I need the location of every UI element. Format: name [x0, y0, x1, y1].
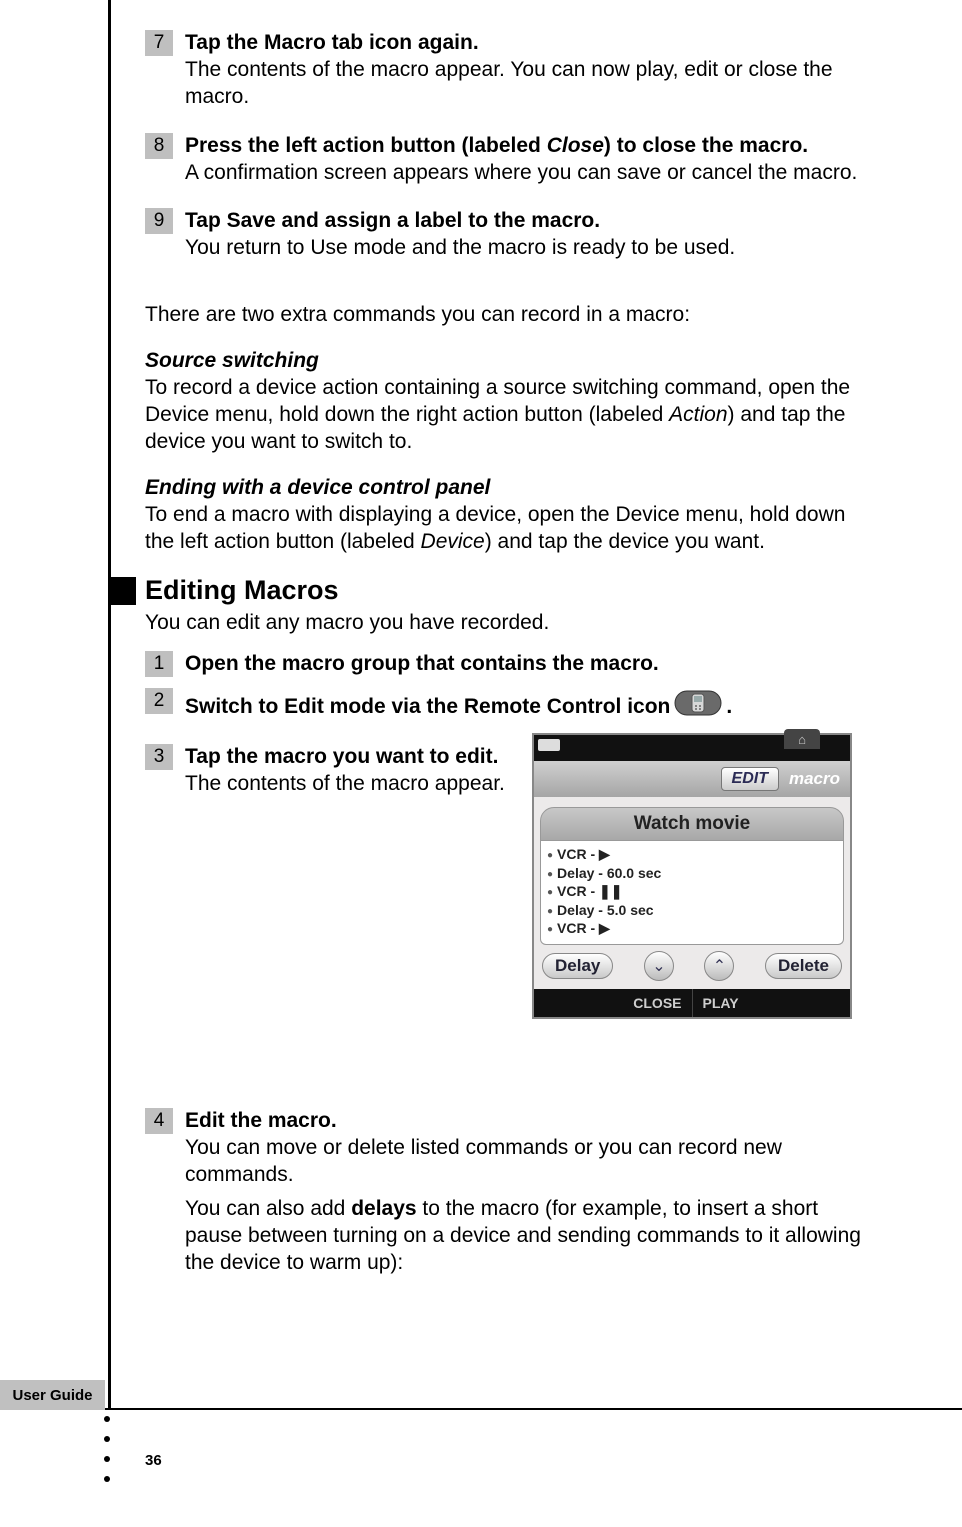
remote-control-icon — [674, 688, 722, 726]
text: ) to close the macro. — [604, 134, 808, 157]
step-number: 9 — [145, 208, 173, 234]
text-italic: Close — [547, 134, 604, 157]
step-1: 1 Open the macro group that contains the… — [145, 651, 865, 678]
text-italic: Device — [421, 530, 485, 553]
step-number: 7 — [145, 30, 173, 56]
text: Press the left action button (labeled — [185, 134, 547, 157]
macro-command-list: VCR - ▶ Delay - 60.0 sec VCR - ❚❚ Delay … — [540, 841, 844, 945]
macro-title: Watch movie — [540, 807, 844, 841]
close-button[interactable]: CLOSE — [534, 989, 693, 1017]
macro-label: macro — [789, 769, 840, 789]
step-3: 3 Tap the macro you want to edit. The co… — [145, 744, 515, 798]
home-icon: ⌂ — [784, 729, 820, 749]
horizontal-rule — [0, 1408, 962, 1410]
step-number: 4 — [145, 1108, 173, 1134]
play-button[interactable]: PLAY — [693, 989, 851, 1017]
margin-dots — [104, 1416, 110, 1482]
device-topbar: ⌂ — [534, 735, 850, 761]
text-italic: Action — [669, 403, 727, 426]
list-item[interactable]: Delay - 60.0 sec — [545, 864, 839, 882]
subheading-source-switching: Source switching — [145, 349, 865, 373]
step-title: Tap the macro you want to edit. — [185, 744, 515, 771]
content-area: 7 Tap the Macro tab icon again. The cont… — [145, 30, 865, 1283]
device-screenshot: ⌂ EDIT macro Watch movie VCR - ▶ Delay -… — [532, 733, 852, 1019]
step-body: You return to Use mode and the macro is … — [185, 235, 865, 262]
step-title: Edit the macro. — [185, 1108, 865, 1135]
side-tab-user-guide: User Guide — [0, 1380, 105, 1410]
step-body: A confirmation screen appears where you … — [185, 160, 865, 187]
step-number: 1 — [145, 651, 173, 677]
text: You can also add — [185, 1197, 351, 1220]
delete-button[interactable]: Delete — [765, 953, 842, 979]
paragraph: To end a macro with displaying a device,… — [145, 502, 865, 556]
battery-icon — [538, 739, 560, 751]
page-number: 36 — [145, 1452, 162, 1469]
page: User Guide 36 7 Tap the Macro tab icon a… — [0, 0, 962, 1527]
text-bold: delays — [351, 1197, 416, 1220]
step-number: 2 — [145, 688, 173, 714]
list-item[interactable]: VCR - ▶ — [545, 845, 839, 864]
step-number: 3 — [145, 744, 173, 770]
subheading-ending-panel: Ending with a device control panel — [145, 476, 865, 500]
step-title: Press the left action button (labeled Cl… — [185, 133, 865, 160]
step-title: Switch to Edit mode via the Remote Contr… — [185, 694, 670, 721]
list-item[interactable]: Delay - 5.0 sec — [545, 901, 839, 919]
step-title: Open the macro group that contains the m… — [185, 651, 865, 678]
delay-button[interactable]: Delay — [542, 953, 613, 979]
edit-button[interactable]: EDIT — [721, 767, 779, 791]
step-body: You can also add delays to the macro (fo… — [185, 1196, 865, 1277]
list-item[interactable]: VCR - ❚❚ — [545, 882, 839, 901]
step-number: 8 — [145, 133, 173, 159]
step-body: You can move or delete listed commands o… — [185, 1135, 865, 1189]
step-9: 9 Tap Save and assign a label to the mac… — [145, 208, 865, 262]
vertical-rule — [108, 0, 111, 1410]
move-down-icon[interactable]: ⌄ — [644, 951, 674, 981]
step-title: Tap Save and assign a label to the macro… — [185, 208, 865, 235]
step-title: Tap the Macro tab icon again. — [185, 30, 865, 57]
move-up-icon[interactable]: ⌃ — [704, 951, 734, 981]
step-body: The contents of the macro appear. — [185, 771, 515, 798]
text: . — [726, 694, 732, 721]
step-4: 4 Edit the macro. You can move or delete… — [145, 1108, 865, 1277]
step-body: The contents of the macro appear. You ca… — [185, 57, 865, 111]
section-marker — [108, 577, 136, 605]
paragraph: You can edit any macro you have recorded… — [145, 610, 865, 637]
text: ) and tap the device you want. — [485, 530, 765, 553]
paragraph: There are two extra commands you can rec… — [145, 302, 865, 329]
step-2: 2 Switch to Edit mode via the Remote Con… — [145, 688, 865, 726]
section-heading-editing-macros: Editing Macros — [145, 575, 865, 606]
paragraph: To record a device action containing a s… — [145, 375, 865, 456]
step-8: 8 Press the left action button (labeled … — [145, 133, 865, 187]
list-item[interactable]: VCR - ▶ — [545, 919, 839, 938]
device-editbar: EDIT macro — [534, 761, 850, 797]
step-7: 7 Tap the Macro tab icon again. The cont… — [145, 30, 865, 111]
